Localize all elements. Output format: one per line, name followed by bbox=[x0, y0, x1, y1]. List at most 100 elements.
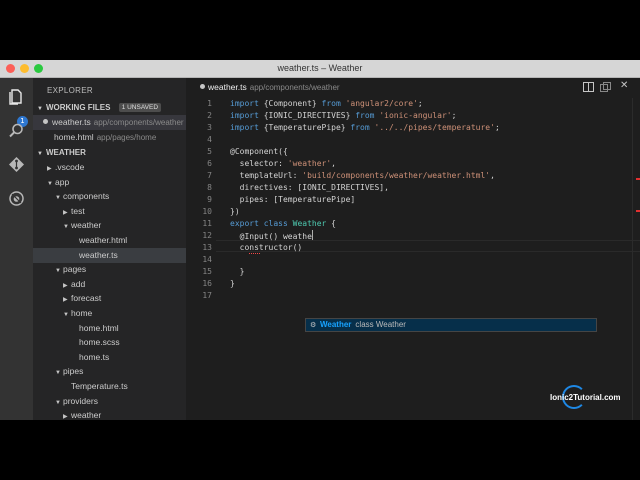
working-file-home-html[interactable]: home.html app/pages/home bbox=[33, 130, 186, 145]
tree-item[interactable]: home.scss bbox=[33, 335, 186, 350]
project-header[interactable]: ▼ WEATHER bbox=[33, 145, 186, 160]
tree-item-label: pages bbox=[63, 264, 87, 275]
watermark-text: Ionic2Tutorial.com bbox=[550, 393, 621, 402]
chevron-down-icon: ▼ bbox=[55, 195, 61, 202]
chevron-down-icon: ▼ bbox=[55, 370, 61, 377]
suggestion-widget[interactable]: ⚙ Weather class Weather bbox=[305, 318, 597, 332]
text-cursor bbox=[311, 230, 313, 240]
tree-item[interactable]: ▶ test bbox=[33, 204, 186, 219]
line-number: 13 bbox=[202, 243, 212, 252]
tree-item[interactable]: home.ts bbox=[33, 350, 186, 365]
line-number: 14 bbox=[202, 255, 212, 264]
project-label: WEATHER bbox=[46, 148, 86, 157]
chevron-down-icon: ▼ bbox=[63, 224, 69, 231]
code-line: 10}) bbox=[186, 206, 640, 218]
tree-item[interactable]: ▼ home bbox=[33, 306, 186, 321]
overview-ruler[interactable] bbox=[632, 98, 640, 420]
chevron-down-icon: ▼ bbox=[55, 268, 61, 275]
tree-item[interactable]: ▼ components bbox=[33, 189, 186, 204]
code-token: import bbox=[230, 99, 264, 108]
chevron-right-icon: ▶ bbox=[63, 282, 68, 289]
line-number: 5 bbox=[207, 147, 212, 156]
tree-item[interactable]: ▼ providers bbox=[33, 394, 186, 409]
code-line: 7 templateUrl: 'build/components/weather… bbox=[186, 170, 640, 182]
error-marker bbox=[636, 178, 640, 180]
working-files-label: WORKING FILES bbox=[46, 103, 111, 112]
watermark-logo: Ionic2Tutorial.com bbox=[550, 385, 628, 409]
code-token: import bbox=[230, 111, 264, 120]
unsaved-dot-icon bbox=[43, 119, 48, 124]
tree-item[interactable]: weather.ts bbox=[33, 247, 186, 263]
code-line: 2 import {IONIC_DIRECTIVES} from 'ionic-a… bbox=[186, 110, 640, 122]
line-content: import {Component} from 'angular2/core'; bbox=[230, 98, 423, 110]
code-line: 6 selector: 'weather', bbox=[186, 158, 640, 170]
tree-item-label: pipes bbox=[63, 366, 84, 377]
tree-item[interactable]: ▼ pipes bbox=[33, 364, 186, 379]
code-token: ; bbox=[494, 123, 500, 132]
debug-icon[interactable] bbox=[8, 190, 25, 207]
tree-item[interactable]: weather.html bbox=[33, 233, 186, 248]
tree-item[interactable]: ▼ pages bbox=[33, 262, 186, 277]
code-token: ; bbox=[417, 99, 423, 108]
tree-item[interactable]: ▼ app bbox=[33, 175, 186, 190]
tree-item[interactable]: ▶ add bbox=[33, 277, 186, 292]
line-content: templateUrl: 'build/components/weather/w… bbox=[230, 170, 495, 182]
explorer-sidebar: EXPLORER ▼ WORKING FILES 1 UNSAVED weathe… bbox=[33, 78, 186, 420]
code-token: '../../pipes/temperature' bbox=[374, 123, 495, 132]
code-token: {IONIC_DIRECTIVES} bbox=[263, 111, 356, 120]
tree-item-label: test bbox=[71, 205, 85, 216]
working-file-weather-ts[interactable]: weather.ts app/components/weather bbox=[33, 115, 186, 130]
open-changes-icon[interactable] bbox=[600, 82, 611, 95]
working-files-header[interactable]: ▼ WORKING FILES 1 UNSAVED bbox=[33, 100, 186, 115]
tree-item[interactable]: home.html bbox=[33, 321, 186, 336]
line-number: 9 bbox=[207, 195, 212, 204]
chevron-right-icon: ▶ bbox=[63, 209, 68, 216]
tab-path: app/components/weather bbox=[249, 83, 340, 92]
tab-weather-ts[interactable]: weather.ts app/components/weather bbox=[200, 82, 340, 92]
close-editors-icon[interactable]: ✕ bbox=[620, 80, 628, 91]
explorer-title: EXPLORER bbox=[47, 86, 93, 95]
code-token: @Input() weathe bbox=[230, 232, 312, 241]
suggestion-detail: class Weather bbox=[355, 320, 406, 329]
code-token: } bbox=[230, 267, 245, 276]
code-line: 11 export class Weather { bbox=[186, 218, 640, 230]
line-number: 11 bbox=[202, 219, 212, 228]
code-token: selector: bbox=[230, 159, 288, 168]
tree-item[interactable]: ▶ .vscode bbox=[33, 160, 186, 175]
tree-item[interactable]: ▼ weather bbox=[33, 218, 186, 233]
code-token: ; bbox=[451, 111, 457, 120]
class-icon: ⚙ bbox=[310, 322, 317, 329]
tree-item[interactable]: ▶ weather bbox=[33, 408, 186, 420]
line-content: selector: 'weather', bbox=[230, 158, 336, 170]
code-line: 5 @Component({ bbox=[186, 146, 640, 158]
code-token: 'angular2/core' bbox=[345, 99, 418, 108]
line-content: export class Weather { bbox=[230, 218, 336, 230]
code-token: , bbox=[331, 159, 336, 168]
line-number: 16 bbox=[202, 279, 212, 288]
code-token: export bbox=[230, 219, 264, 228]
line-number: 12 bbox=[202, 231, 212, 240]
code-line: 1 import {Component} from 'angular2/core'… bbox=[186, 98, 640, 110]
line-content: }) bbox=[230, 206, 240, 218]
line-content: import {IONIC_DIRECTIVES} from 'ionic-an… bbox=[230, 110, 456, 122]
line-number: 4 bbox=[207, 135, 212, 144]
line-content: } bbox=[230, 266, 245, 278]
chevron-down-icon: ▼ bbox=[55, 399, 61, 406]
code-token: } bbox=[230, 279, 235, 288]
search-icon[interactable] bbox=[8, 122, 25, 139]
code-line: 16} bbox=[186, 278, 640, 290]
tree-item-label: app bbox=[55, 176, 70, 187]
code-line: 4 bbox=[186, 134, 640, 146]
tree-item[interactable]: Temperature.ts bbox=[33, 379, 186, 394]
git-icon[interactable] bbox=[8, 156, 25, 173]
tree-item[interactable]: ▶ forecast bbox=[33, 291, 186, 306]
editor-group: weather.ts app/components/weather ✕ 1 impo… bbox=[186, 78, 640, 420]
error-marker bbox=[636, 210, 640, 212]
tree-item-label: home.scss bbox=[79, 337, 120, 348]
code-line: 8 directives: [IONIC_DIRECTIVES], bbox=[186, 182, 640, 194]
code-token: 'build/components/weather/weather.html' bbox=[302, 171, 491, 180]
working-file-name: home.html bbox=[54, 132, 94, 142]
files-icon[interactable] bbox=[8, 88, 25, 105]
split-editor-icon[interactable] bbox=[583, 82, 594, 95]
code-line: 3 import {TemperaturePipe} from '../../pi… bbox=[186, 122, 640, 134]
